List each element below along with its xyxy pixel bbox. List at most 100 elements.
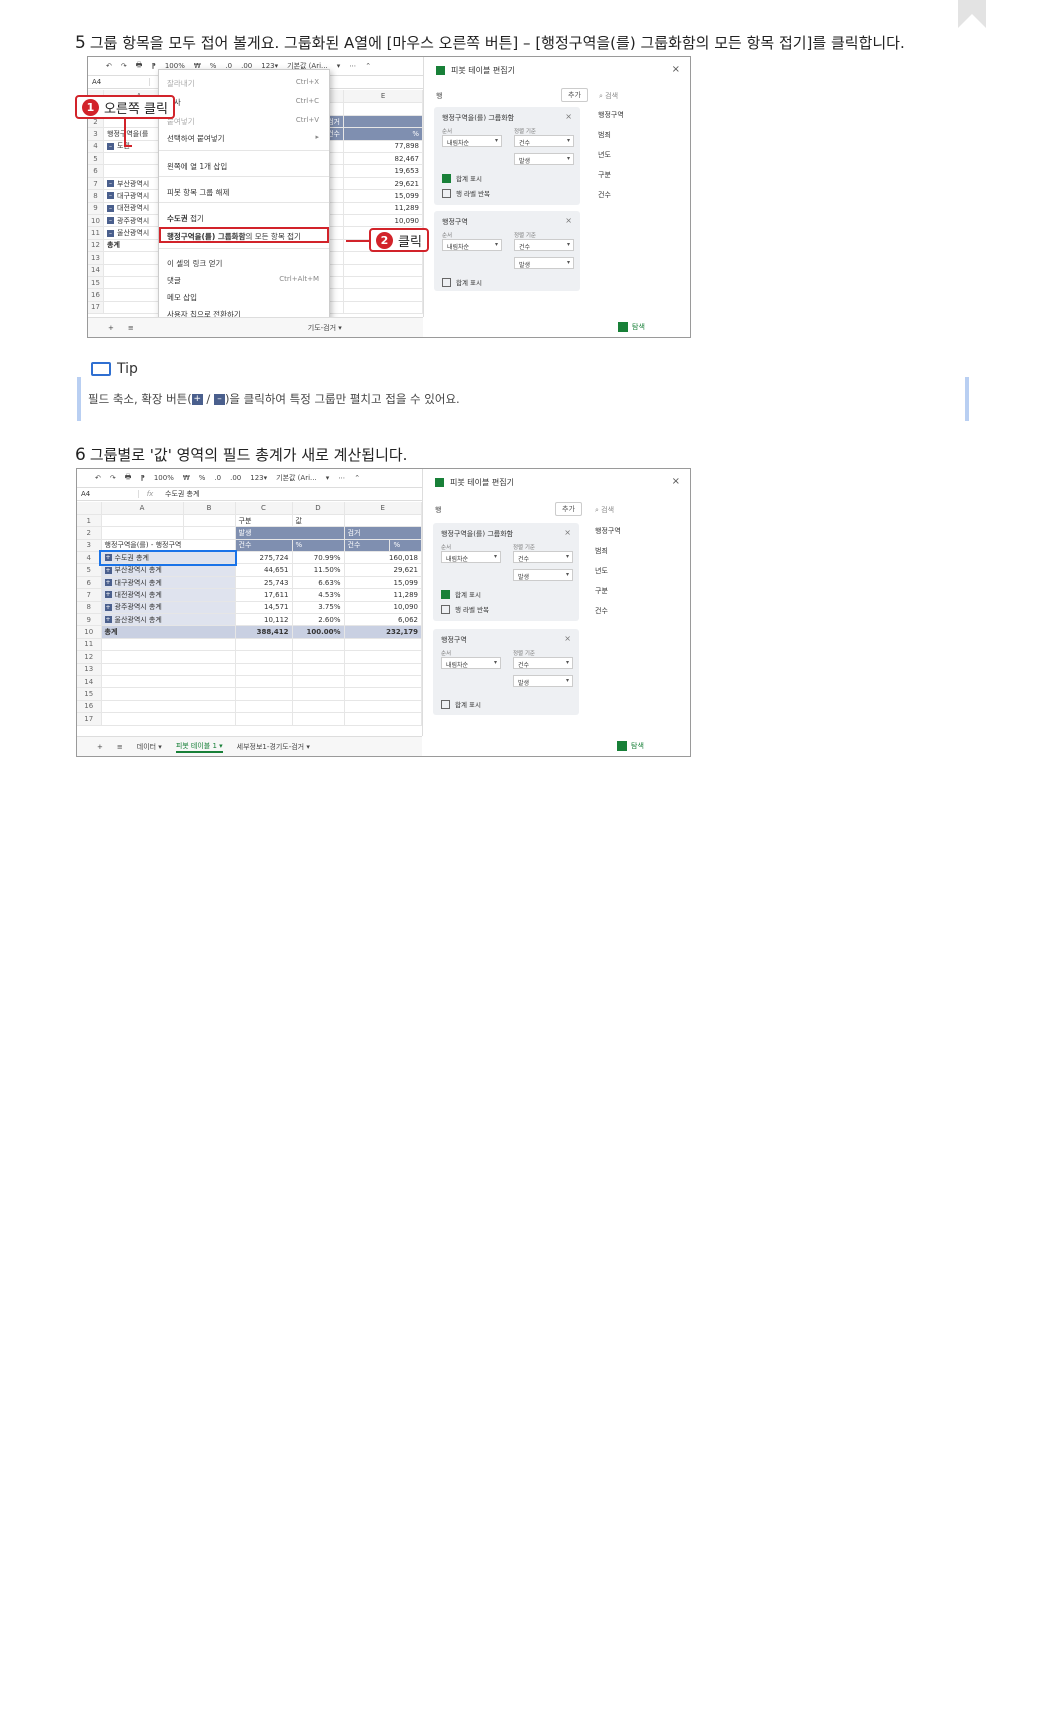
collapse-icon[interactable]: –	[107, 229, 114, 237]
field-item[interactable]: 구분	[598, 165, 624, 185]
field-search[interactable]: ⌕ 검색	[595, 505, 614, 515]
pivot-value-percent[interactable]: 4.53%	[292, 588, 345, 602]
font-size-arrow[interactable]: ▾	[326, 474, 330, 482]
pivot-value-count[interactable]: 17,611	[235, 588, 293, 602]
empty-cell[interactable]	[235, 663, 293, 676]
pivot-total-label[interactable]: 총계	[101, 625, 236, 639]
sort-by-sub-dropdown[interactable]: 발생	[513, 675, 573, 687]
order-dropdown[interactable]: 내림차순	[442, 135, 502, 147]
add-sheet-button[interactable]: +	[108, 324, 114, 332]
sort-by-sub-dropdown[interactable]: 발생	[514, 153, 574, 165]
empty-cell[interactable]	[292, 663, 345, 676]
cell-e2[interactable]: 10,090	[343, 214, 423, 228]
undo-icon[interactable]: ↶	[95, 474, 101, 482]
sort-by-dropdown[interactable]: 건수	[514, 239, 574, 251]
field-item[interactable]: 행정구역	[598, 105, 624, 125]
menu-insert-column[interactable]: 왼쪽에 열 1개 삽입	[167, 161, 227, 172]
empty-cell[interactable]	[292, 638, 345, 652]
menu-comment[interactable]: 댓글	[167, 275, 181, 286]
pivot-header-arrest[interactable]: 검거	[344, 526, 422, 540]
pivot-value-count[interactable]: 25,743	[235, 576, 293, 590]
cell-e2[interactable]	[343, 276, 423, 290]
pivot-value-count[interactable]: 10,112	[235, 613, 293, 627]
all-sheets-button[interactable]: ≡	[117, 743, 123, 751]
menu-cut[interactable]: 잘라내기	[167, 78, 195, 89]
pivot-row-label[interactable]: + 대전광역시 총계	[101, 588, 236, 602]
expand-icon[interactable]: +	[104, 616, 112, 624]
field-item[interactable]: 년도	[595, 561, 621, 581]
empty-cell[interactable]	[101, 687, 236, 701]
expand-icon[interactable]: +	[104, 566, 112, 574]
close-icon[interactable]: ×	[564, 528, 571, 537]
menu-get-link[interactable]: 이 셀의 링크 얻기	[167, 258, 222, 269]
pivot-value-percent[interactable]: 6.63%	[292, 576, 345, 590]
empty-cell[interactable]	[235, 650, 293, 664]
sheet-tab-active[interactable]: 피봇 테이블 1 ▾	[175, 741, 223, 753]
repeat-labels-checkbox[interactable]: 행 라벨 반복	[442, 188, 490, 198]
pivot-value-arrest[interactable]: 160,018	[344, 551, 422, 565]
collapse-icon[interactable]: –	[107, 142, 114, 150]
empty-cell[interactable]	[344, 687, 422, 701]
redo-icon[interactable]: ↷	[110, 474, 116, 482]
close-icon[interactable]: ×	[672, 64, 680, 75]
add-row-button[interactable]: 추가	[555, 502, 582, 516]
empty-cell[interactable]	[101, 650, 236, 664]
percent-button[interactable]: %	[199, 474, 206, 482]
expand-icon[interactable]: +	[104, 554, 112, 562]
expand-icon[interactable]: +	[104, 579, 112, 587]
font-size-arrow[interactable]: ▾	[337, 62, 341, 70]
cell-e2[interactable]: 15,099	[343, 189, 423, 203]
close-icon[interactable]: ×	[565, 216, 572, 225]
empty-cell[interactable]	[101, 638, 236, 652]
decrease-decimal-button[interactable]: .0	[214, 474, 221, 482]
empty-cell[interactable]	[235, 700, 293, 714]
field-item[interactable]: 행정구역	[595, 521, 621, 541]
expand-icon[interactable]: +	[104, 603, 112, 611]
pivot-subheader[interactable]: 건수	[235, 539, 293, 553]
show-totals-checkbox[interactable]: 합계 표시	[442, 173, 482, 183]
more-icon[interactable]: ⋯	[349, 62, 356, 70]
cell-e2[interactable]	[343, 288, 423, 302]
menu-collapse-all[interactable]: 행정구역을(를) 그룹화함의 모든 항목 접기	[167, 231, 301, 242]
order-dropdown[interactable]: 내림차순	[441, 551, 501, 563]
empty-cell[interactable]	[101, 663, 236, 676]
empty-cell[interactable]	[235, 675, 293, 689]
pivot-col-field[interactable]: 구분	[235, 514, 293, 528]
pivot-row-label[interactable]: + 수도권 총계	[99, 549, 237, 567]
close-icon[interactable]: ×	[672, 476, 680, 487]
pivot-subheader[interactable]: %	[389, 539, 422, 553]
menu-insert-note[interactable]: 메모 삽입	[167, 292, 197, 303]
collapse-toolbar-icon[interactable]: ⌃	[365, 62, 371, 70]
sheet-tab[interactable]: 세부정보1-경기도-검거 ▾	[237, 742, 310, 752]
field-item[interactable]: 건수	[595, 601, 621, 621]
sort-by-dropdown[interactable]: 건수	[513, 551, 573, 563]
empty-cell[interactable]	[344, 663, 422, 676]
pivot-subheader[interactable]: %	[292, 539, 345, 553]
add-sheet-button[interactable]: +	[97, 743, 103, 751]
sheet-tab[interactable]: 데이터 ▾	[137, 742, 162, 752]
cell-e2[interactable]: 77,898	[343, 140, 423, 154]
empty-cell[interactable]	[292, 687, 345, 701]
empty-cell[interactable]	[292, 675, 345, 689]
pivot-header-occur[interactable]: 발생	[235, 526, 345, 540]
cell-e2[interactable]	[343, 251, 423, 265]
empty-cell[interactable]	[344, 650, 422, 664]
field-item[interactable]: 범죄	[595, 541, 621, 561]
field-item[interactable]: 건수	[598, 185, 624, 205]
collapse-icon[interactable]: –	[107, 192, 114, 200]
cell-reference[interactable]: A4	[88, 78, 150, 86]
cell-e2[interactable]: 19,653	[343, 164, 423, 178]
print-icon[interactable]: 🖶	[136, 61, 143, 72]
field-search[interactable]: ⌕ 검색	[599, 91, 618, 101]
collapse-icon[interactable]: –	[107, 217, 114, 225]
sort-by-dropdown[interactable]: 건수	[514, 135, 574, 147]
field-item[interactable]: 범죄	[598, 125, 624, 145]
cell-reference[interactable]: A4	[77, 490, 139, 498]
explore-button[interactable]: 탐색	[618, 322, 645, 332]
collapse-toolbar-icon[interactable]: ⌃	[354, 474, 360, 482]
close-icon[interactable]: ×	[565, 112, 572, 121]
increase-decimal-button[interactable]: .00	[230, 474, 241, 482]
paint-format-icon[interactable]: ⁋	[151, 62, 155, 70]
pivot-value-count[interactable]: 44,651	[235, 563, 293, 577]
order-dropdown[interactable]: 내림차순	[441, 657, 501, 669]
